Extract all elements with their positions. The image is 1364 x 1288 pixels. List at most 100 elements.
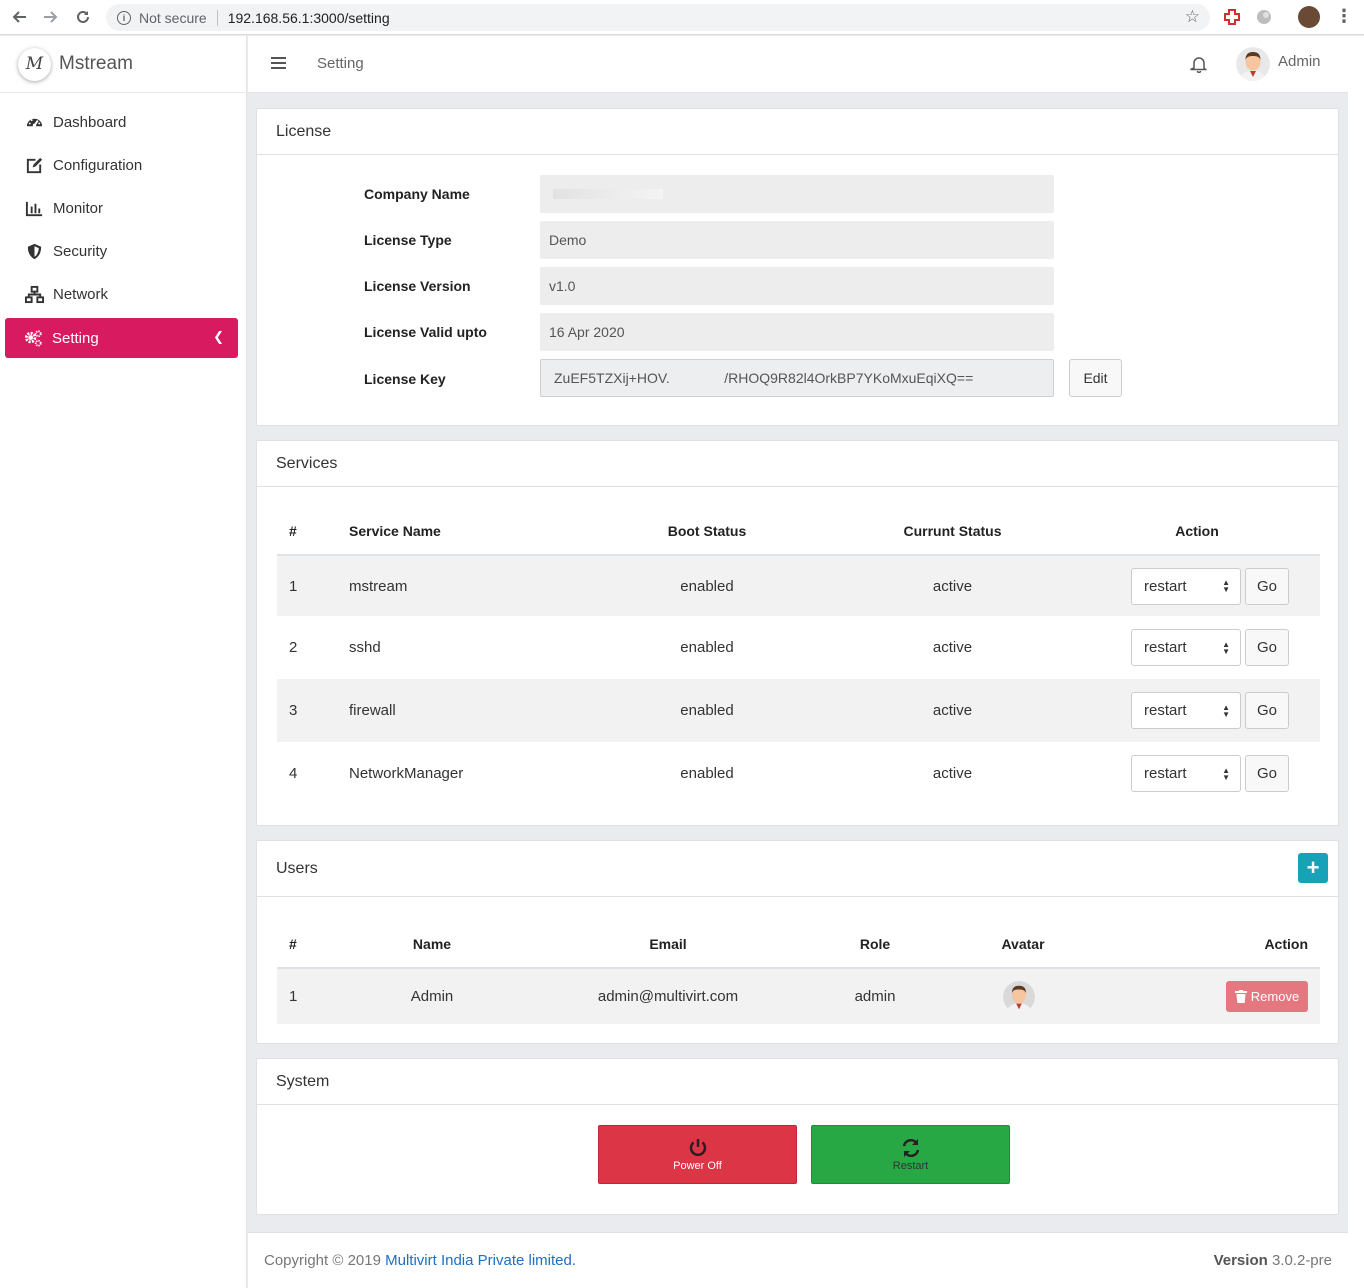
sort-arrows-icon: ▲ ▼ [1222,578,1230,594]
browser-toolbar: i Not secure 192.168.56.1:3000/setting ☆… [0,0,1364,35]
boot-status: enabled [680,702,734,719]
column-header: Action [1074,508,1320,556]
sidebar-menu: Dashboard Configuration Monitor Security… [0,93,246,358]
column-header: Email [517,921,819,969]
table-row: 1 Admin admin@multivirt.com admin Remove [277,968,1320,1024]
sidebar-item-label: Setting [52,329,99,347]
extension-icon[interactable] [1223,8,1241,26]
license-card: License Company Name License Type Demo L… [256,108,1339,426]
sidebar-item-label: Monitor [53,200,104,217]
sort-arrows-icon: ▲ ▼ [1222,702,1230,719]
avatar [1003,980,1035,1013]
browser-profile-avatar[interactable] [1298,6,1320,28]
service-action: restart ▲ ▼ Go [1074,555,1320,616]
user-name[interactable]: Admin [1278,53,1321,70]
scrollbar[interactable] [1348,36,1364,1288]
company-link[interactable]: Multivirt India Private limited. [385,1252,576,1269]
info-icon[interactable]: i [117,10,131,25]
reload-icon[interactable] [67,1,99,33]
sidebar-item-dashboard[interactable]: Dashboard [0,101,246,144]
go-button[interactable]: Go [1245,755,1289,792]
restart-label: Restart [892,1160,929,1172]
column-header: Currunt Status [831,508,1074,556]
go-button[interactable]: Go [1245,629,1289,666]
restart-button[interactable]: Restart [811,1125,1010,1184]
service-name: sshd [349,639,381,656]
service-name: firewall [349,702,396,719]
browser-menu-icon[interactable]: ⋮ [1335,6,1353,27]
hamburger-menu-icon[interactable] [271,57,286,69]
bookmark-star-icon[interactable]: ☆ [1185,7,1200,27]
sidebar-item-monitor[interactable]: Monitor [0,187,246,230]
action-select[interactable]: restart ▲ ▼ [1131,567,1241,605]
license-key-field: ZuEF5TZXij+HOV. /RHOQ9R82l4OrkBP7YKoMxuE… [540,359,1054,397]
services-table: # Service Name Boot Status Currunt Statu… [277,508,1320,805]
power-off-button[interactable]: Power Off [598,1125,797,1184]
sidebar-item-label: Dashboard [53,114,127,131]
sync-icon [902,1138,919,1158]
address-bar[interactable]: i Not secure 192.168.56.1:3000/setting ☆ [106,4,1210,31]
current-status: active [932,765,973,782]
sidebar-item-configuration[interactable]: Configuration [0,144,246,187]
form-label: Company Name [364,186,470,202]
column-header: Boot Status [583,508,831,556]
user-role: admin [854,988,896,1005]
trash-icon [1234,990,1247,1003]
brand-logo: M [18,47,51,81]
action-select[interactable]: restart ▲ ▼ [1131,692,1241,729]
sidebar-item-label: Network [53,286,109,303]
user-name: Admin [410,988,454,1005]
services-card: Services # Service Name Boot Status Curr… [256,440,1339,826]
divider [216,9,218,26]
column-header: Role [819,921,931,969]
brand-name: Mstream [59,53,133,74]
user-number: 1 [289,988,298,1005]
tachometer-icon [24,113,44,133]
service-number: 2 [289,639,298,656]
boot-status: enabled [680,639,734,656]
security-label: Not secure [139,9,207,26]
remove-user-button[interactable]: Remove [1226,981,1308,1012]
action-select[interactable]: restart ▲ ▼ [1131,755,1241,792]
table-row: 4 NetworkManager enabled active restart ▲… [277,742,1320,805]
current-status: active [932,639,973,656]
copyright: Copyright © 2019 Multivirt India Private… [264,1252,577,1269]
sidebar-item-setting[interactable]: Setting ❮ [5,318,238,358]
column-header: Name [347,921,517,969]
system-title: System [257,1059,1338,1105]
table-row: 2 sshd enabled active restart ▲ ▼ Go [277,616,1320,679]
add-user-button[interactable]: + [1298,853,1328,883]
services-title: Services [257,441,1338,487]
sidebar-item-security[interactable]: Security [0,230,246,273]
go-button[interactable]: Go [1245,567,1289,605]
url-text: 192.168.56.1:3000/setting [227,9,390,26]
form-label: License Valid upto [364,324,487,340]
service-action: restart ▲ ▼ Go [1074,742,1320,805]
version-info: Version 3.0.2-pre [1214,1252,1332,1269]
back-arrow-icon[interactable] [3,1,35,33]
globe-extension-icon[interactable] [1255,8,1273,26]
system-card: System Power Off Restart [256,1058,1339,1215]
action-select[interactable]: restart ▲ ▼ [1131,629,1241,666]
form-label: License Version [364,278,471,294]
sort-arrows-icon: ▲ ▼ [1222,639,1230,656]
company-name-field [540,175,1054,213]
users-card: Users + # Name Email Role Avatar Action … [256,840,1339,1044]
current-status: active [932,702,973,719]
users-table: # Name Email Role Avatar Action 1 Admin … [277,921,1320,1024]
avatar[interactable] [1236,47,1270,81]
version-label: Version [1213,1252,1268,1269]
edit-license-button[interactable]: Edit [1069,359,1122,397]
column-header: Avatar [931,921,1115,969]
version-number: 3.0.2-pre [1271,1252,1332,1269]
sidebar-item-network[interactable]: Network [0,273,246,316]
go-button[interactable]: Go [1245,692,1289,729]
column-header: Action [1115,921,1320,969]
license-valid-row: License Valid upto 16 Apr 2020 [257,313,1338,351]
brand[interactable]: M Mstream [0,36,246,93]
form-label: License Type [364,232,452,248]
bell-icon[interactable] [1190,55,1208,73]
license-version-row: License Version v1.0 [257,267,1338,305]
forward-arrow-icon[interactable] [35,1,67,33]
user-avatar-cell [931,968,1115,1024]
